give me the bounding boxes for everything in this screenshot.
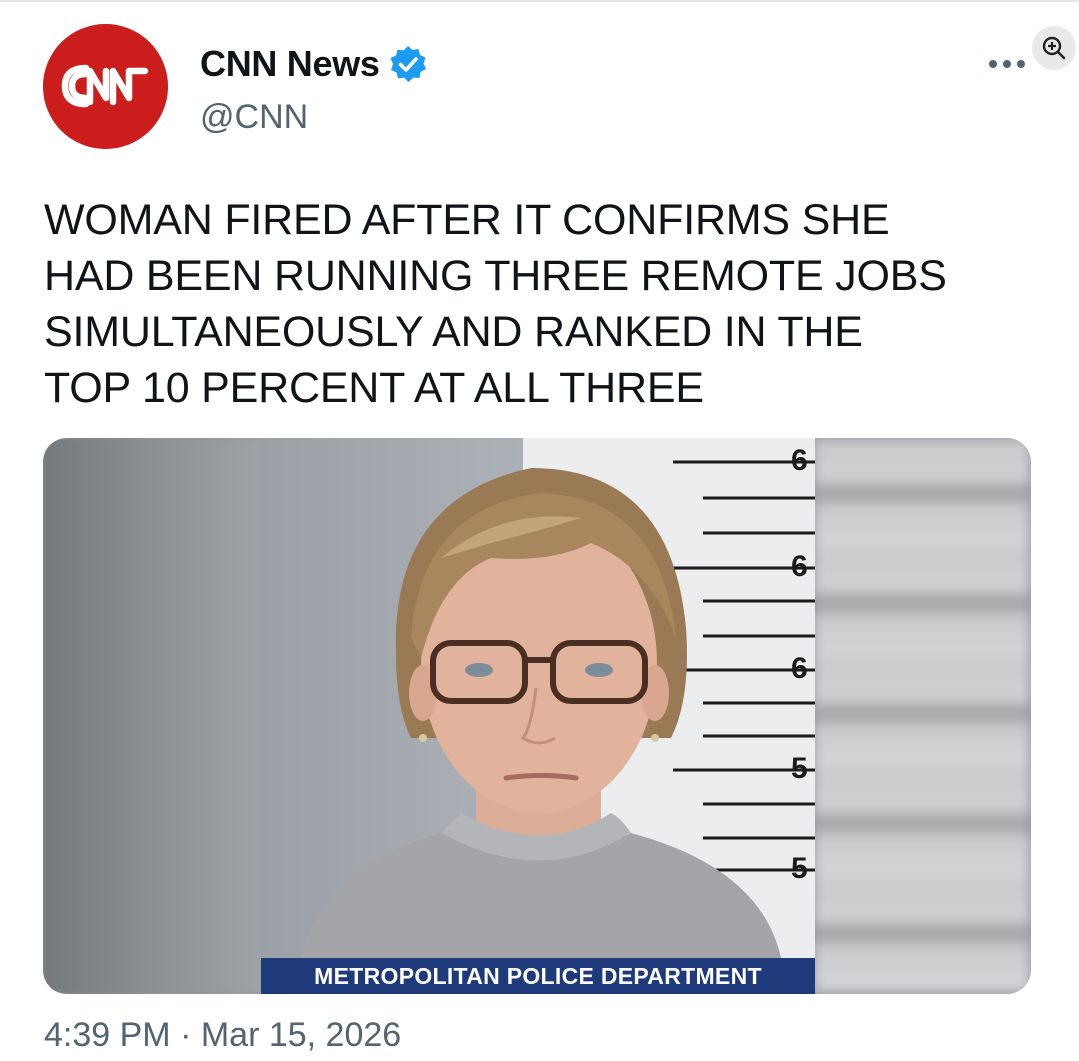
height-label-1: 6 — [791, 444, 808, 477]
height-label-5: 5 — [791, 852, 808, 885]
display-name-row: CNN News — [200, 42, 428, 86]
top-divider — [0, 0, 1079, 2]
more-options-icon — [989, 60, 1025, 68]
verified-badge-icon — [388, 44, 428, 84]
height-label-4: 5 — [791, 752, 808, 785]
media-caption: METROPOLITAN POLICE DEPARTMENT — [261, 958, 815, 994]
tweet-text: WOMAN FIRED AFTER IT CONFIRMS SHE HAD BE… — [44, 196, 947, 412]
cnn-logo-icon — [43, 24, 168, 149]
zoom-button[interactable] — [1032, 26, 1076, 70]
media-blur-right — [813, 438, 1031, 994]
tweet-media[interactable]: 6 6 6 5 5 METROPOLITAN POLICE DEPARTMENT — [43, 438, 1031, 994]
account-handle[interactable]: @CNN — [200, 98, 308, 137]
media-blur-left — [43, 438, 263, 994]
height-label-2: 6 — [791, 550, 808, 583]
avatar[interactable] — [43, 24, 168, 149]
tweet-timestamp[interactable]: 4:39 PM · Mar 15, 2026 — [44, 1016, 401, 1055]
more-options-button[interactable] — [985, 50, 1029, 78]
mugshot-figure — [301, 468, 781, 958]
mugshot-photo: 6 6 6 5 5 METROPOLITAN POLICE DEPARTMENT — [261, 438, 815, 994]
zoom-in-icon — [1042, 36, 1066, 60]
height-label-3: 6 — [791, 652, 808, 685]
display-name[interactable]: CNN News — [200, 43, 380, 85]
